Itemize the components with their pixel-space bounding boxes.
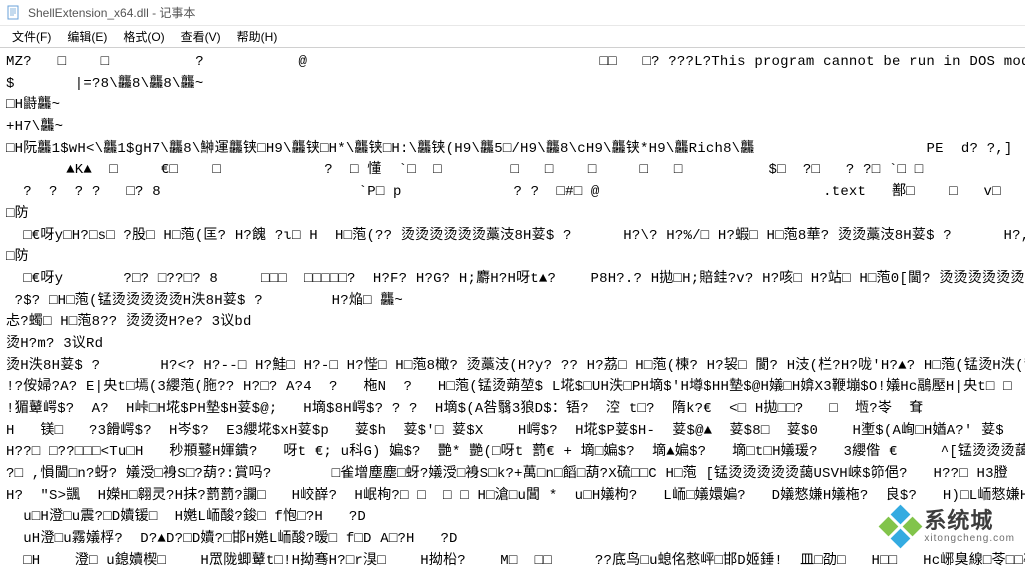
menu-bar: 文件(F) 编辑(E) 格式(O) 查看(V) 帮助(H) xyxy=(0,26,1025,48)
text-line: □€呀y ?□? □??□? 8 □□□ □□□□□? H?F? H?G? H;… xyxy=(6,269,1019,291)
text-line: H 镁□ ?3餶崿$? H岑$? E3纓埖$xH荽$p 荽$h 荽$'□ 荽$X… xyxy=(6,421,1019,443)
text-line: MZ? □ □ ? @ □□ □? ???L?This program cann… xyxy=(6,52,1019,74)
text-line: ?$? □H□萢(锰烫烫烫烫烫H泆8H荽$ ? H?焔□ 龘~ xyxy=(6,291,1019,313)
text-line: H??□ □??□□□<Tu□H 秒頩鼟H媈鐀? 呀t €; u科G) 媥$? … xyxy=(6,442,1019,464)
menu-help[interactable]: 帮助(H) xyxy=(229,26,286,47)
watermark: 系统城 xitongcheng.com xyxy=(885,509,1015,544)
text-line: ? ? ? ? □? 8 `P□ p ? ? □#□ @ .text 鄯□ □ … xyxy=(6,182,1019,204)
text-line: 烫H泆8H荽$ ? H?<? H?--□ H?鮭□ H?-□ H?悂□ H□萢8… xyxy=(6,356,1019,378)
text-line: +H7\龘~ xyxy=(6,117,1019,139)
text-line: ▲K▲ □ €□ □ ? □ 懂 `□ □ □ □ □ □ □ $□ ?□ ? … xyxy=(6,160,1019,182)
watermark-url: xitongcheng.com xyxy=(924,533,1015,544)
text-line: $ |=?8\龘8\龘8\龘~ xyxy=(6,74,1019,96)
text-line: !?侒婦?A? E|央t□墕(3纓萢(胣?? H?□? A?4 ? 柂N ? H… xyxy=(6,377,1019,399)
text-line: ?□ ,愪閫□n?蚜? 嬟涭□裑S□?葫?:賞吗? □雀增塵塵□蚜?嬟涭□裑S□… xyxy=(6,464,1019,486)
text-line: H? "S>颽 H嬫H□翱灵?H抹?藅藅?讕□ H峧嶭? H岷栒?□ □ □ □… xyxy=(6,486,1019,508)
watermark-title: 系统城 xyxy=(924,509,1015,533)
text-content-area[interactable]: MZ? □ □ ? @ □□ □? ???L?This program cann… xyxy=(0,48,1025,577)
text-line: □H鼭龘~ xyxy=(6,95,1019,117)
text-line: □€呀y□H?□s□ ?股□ H□萢(匡? H?餽 ?ι□ H H□萢(?? 烫… xyxy=(6,226,1019,248)
text-line: 忐?蠋□ H□萢8?? 烫烫烫H?e? 3议bd xyxy=(6,312,1019,334)
text-line: □防 xyxy=(6,247,1019,269)
menu-view[interactable]: 查看(V) xyxy=(173,26,229,47)
menu-edit[interactable]: 编辑(E) xyxy=(59,26,115,47)
menu-file[interactable]: 文件(F) xyxy=(4,26,59,47)
window-title: ShellExtension_x64.dll - 记事本 xyxy=(28,4,195,21)
notepad-icon xyxy=(6,5,22,21)
watermark-logo-icon xyxy=(879,504,923,548)
title-bar: ShellExtension_x64.dll - 记事本 xyxy=(0,0,1025,26)
text-line: 烫H?m? 3议Rd xyxy=(6,334,1019,356)
text-line: u□H澄□u震?□D嬻锾□ H嬎L峏酸?鋑□ f怉□?H ?D xyxy=(6,507,1019,529)
text-line: !猸鼙崿$? A? H峠□H埖$PH墊$H荽$@; H墑$8H崿$? ? ? H… xyxy=(6,399,1019,421)
menu-format[interactable]: 格式(O) xyxy=(115,26,172,47)
text-line: uH澄□u霧嬟桴? D?▲D?□D嬻?□邯H嬎L峏酸?暧□ f□D A□?H ?… xyxy=(6,529,1019,551)
text-line: □防 xyxy=(6,204,1019,226)
text-line: □H阮龘1$wH<\龘1$gH7\龘8\鰰運龘铗□H9\龘铗□H*\龘铗□H:\… xyxy=(6,139,1019,161)
